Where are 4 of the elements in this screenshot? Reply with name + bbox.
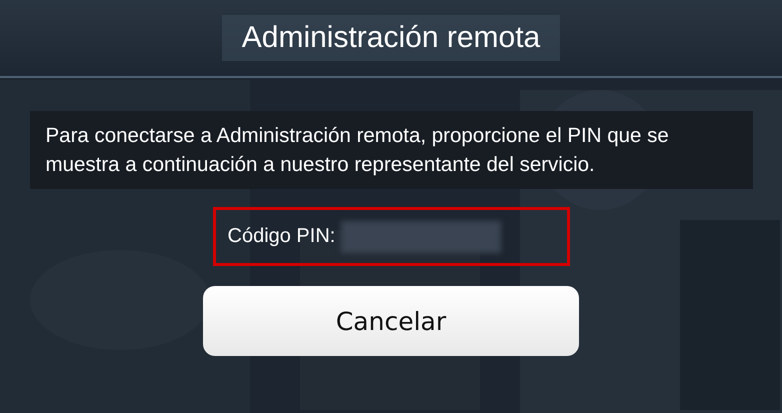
cancel-button[interactable]: Cancelar (203, 286, 579, 356)
instruction-text: Para conectarse a Administración remota, proporcione el PIN que se muestra a continuación a nuestro representante del servicio. (30, 111, 752, 189)
pin-label: Código PIN: (228, 225, 336, 248)
window-title: Administración remota (222, 15, 560, 61)
